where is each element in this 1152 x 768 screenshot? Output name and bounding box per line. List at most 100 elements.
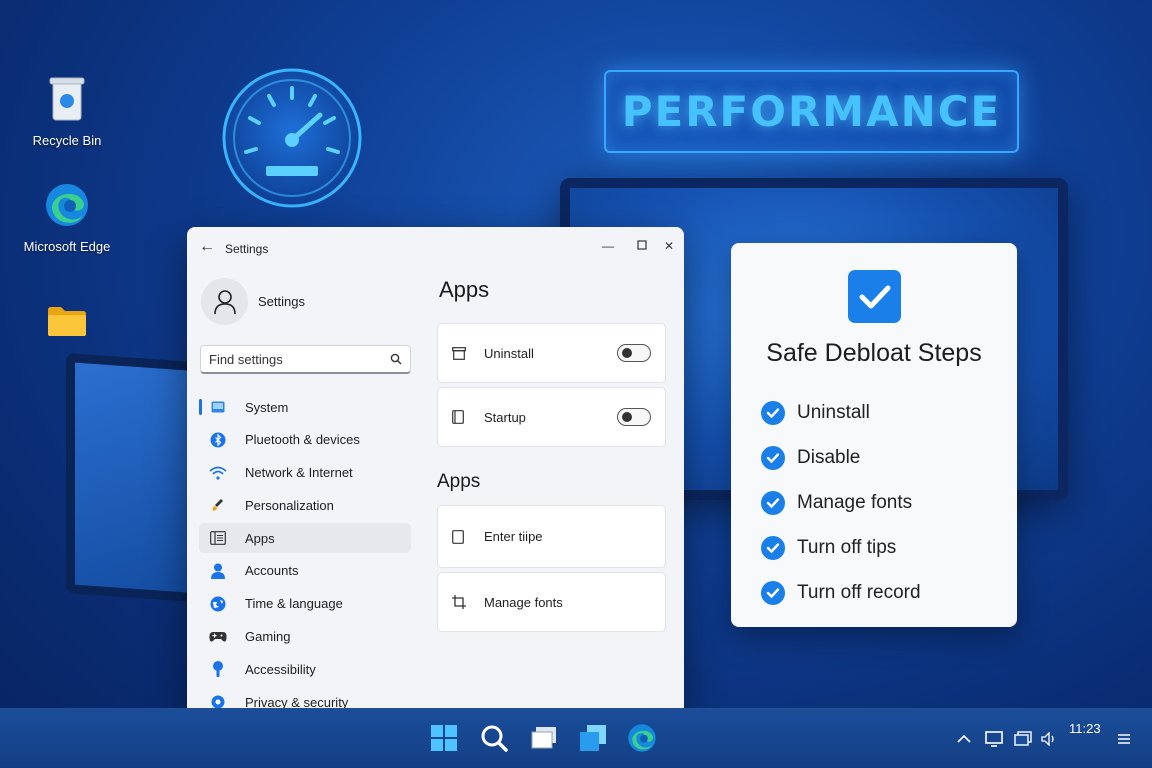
- close-button[interactable]: ✕: [659, 237, 679, 255]
- wifi-icon: [209, 464, 227, 482]
- nav-item-label: Time & language: [245, 596, 343, 612]
- selection-indicator: [199, 399, 202, 415]
- check-icon: [761, 581, 785, 606]
- checkbox-icon: [848, 270, 901, 323]
- page-icon: [452, 529, 468, 544]
- search-icon: [390, 353, 402, 365]
- nav-item-label: Network & Internet: [245, 465, 353, 481]
- apps-icon: [209, 529, 227, 547]
- check-icon: [761, 400, 785, 425]
- maximize-button[interactable]: [632, 237, 652, 255]
- gamepad-icon: [209, 628, 227, 646]
- minimize-button[interactable]: —: [598, 237, 618, 255]
- check-icon: [761, 536, 785, 561]
- nav-item-apps[interactable]: Apps: [199, 523, 411, 554]
- user-icon: [213, 289, 236, 314]
- startup-icon: [452, 410, 468, 424]
- avatar: [201, 278, 248, 325]
- network-icon[interactable]: [1013, 729, 1033, 749]
- recycle-bin-icon: [22, 74, 112, 126]
- startup-row[interactable]: Startup: [437, 387, 666, 447]
- widgets-button[interactable]: [576, 721, 610, 755]
- manage-fonts-row[interactable]: Manage fonts: [437, 572, 666, 632]
- steps-title: Safe Debloat Steps: [766, 339, 982, 367]
- step-label: Disable: [797, 446, 861, 468]
- task-view-button[interactable]: [527, 721, 561, 755]
- nav-item-label: Accounts: [245, 563, 299, 579]
- search-box[interactable]: [200, 345, 411, 374]
- title-bar: ← Settings — ✕: [187, 227, 684, 269]
- settings-content: Apps Uninstall Startup Apps Enter tiipe …: [437, 277, 667, 636]
- display-icon[interactable]: [984, 729, 1004, 749]
- desktop-icon-label: Microsoft Edge: [23, 239, 111, 254]
- nav-item-label: Gaming: [245, 629, 291, 645]
- taskbar-search-button[interactable]: [477, 721, 511, 755]
- taskbar: 11:23: [0, 708, 1152, 768]
- check-icon: [761, 490, 785, 515]
- start-icon: [431, 725, 457, 751]
- step-item: Uninstall: [761, 390, 921, 435]
- back-arrow-icon[interactable]: ←: [199, 238, 215, 256]
- desktop-icon-edge[interactable]: Microsoft Edge: [22, 182, 112, 255]
- speedometer-icon: [222, 68, 362, 208]
- search-input[interactable]: [209, 351, 390, 367]
- archive-icon: [452, 346, 468, 360]
- profile-name: Settings: [258, 294, 305, 309]
- nav-item-personalization[interactable]: Personalization: [199, 490, 411, 520]
- step-item: Turn off record: [761, 571, 921, 616]
- uninstall-row[interactable]: Uninstall: [437, 323, 666, 383]
- nav-item-accounts[interactable]: Accounts: [199, 556, 411, 586]
- performance-banner-text: PERFORMANCE: [621, 87, 1002, 136]
- crop-icon: [452, 595, 468, 609]
- nav-item-bluetooth[interactable]: Pluetooth & devices: [199, 425, 411, 455]
- notifications-icon[interactable]: [1114, 729, 1134, 749]
- taskbar-edge-button[interactable]: [625, 721, 659, 755]
- profile-section[interactable]: Settings: [201, 278, 305, 325]
- system-icon: [209, 398, 227, 416]
- volume-icon[interactable]: [1039, 729, 1059, 749]
- steps-list: Uninstall Disable Manage fonts Turn off …: [761, 390, 921, 616]
- step-label: Uninstall: [797, 401, 870, 423]
- step-label: Turn off tips: [797, 537, 897, 559]
- nav-item-accessibility[interactable]: Accessibility: [199, 654, 411, 684]
- check-icon: [761, 445, 785, 470]
- desktop-icon-recycle-bin[interactable]: Recycle Bin: [22, 74, 112, 149]
- row-label: Enter tiipe: [484, 529, 543, 544]
- settings-nav: System Pluetooth & devices Network & Int…: [199, 392, 411, 717]
- folder-icon: [22, 304, 112, 342]
- start-button[interactable]: [427, 721, 461, 755]
- bluetooth-icon: [209, 431, 227, 449]
- clock[interactable]: 11:23: [1069, 721, 1101, 736]
- nav-item-system[interactable]: System: [199, 392, 411, 422]
- nav-item-label: Apps: [245, 530, 275, 546]
- globe-icon: [209, 595, 227, 613]
- nav-item-gaming[interactable]: Gaming: [199, 622, 411, 652]
- chevron-up-icon[interactable]: [954, 729, 974, 749]
- row-label: Manage fonts: [484, 594, 563, 610]
- step-item: Turn off tips: [761, 526, 921, 571]
- widgets-icon: [580, 725, 606, 751]
- nav-item-network[interactable]: Network & Internet: [199, 458, 411, 488]
- search-icon: [481, 725, 508, 752]
- startup-toggle[interactable]: [617, 408, 651, 426]
- uninstall-toggle[interactable]: [617, 344, 651, 362]
- step-item: Manage fonts: [761, 480, 921, 525]
- page-title: Apps: [439, 277, 490, 302]
- account-icon: [209, 562, 227, 580]
- row-label: Startup: [484, 409, 526, 425]
- nav-item-time-language[interactable]: Time & language: [199, 589, 411, 619]
- row-label: Uninstall: [484, 345, 534, 361]
- debloat-steps-card: Safe Debloat Steps Uninstall Disable Man…: [731, 243, 1017, 627]
- nav-item-label: System: [245, 399, 289, 415]
- settings-window: ← Settings — ✕ Settings System: [187, 227, 684, 717]
- performance-banner: PERFORMANCE: [604, 70, 1019, 153]
- task-view-icon: [531, 727, 556, 749]
- nav-item-label: Pluetooth & devices: [245, 432, 360, 448]
- step-label: Manage fonts: [797, 491, 913, 513]
- edge-icon: [628, 724, 656, 752]
- enter-tiipe-row[interactable]: Enter tiipe: [437, 505, 666, 568]
- step-item: Disable: [761, 435, 921, 480]
- nav-item-label: Personalization: [245, 497, 334, 513]
- nav-item-label: Accessibility: [245, 661, 316, 677]
- desktop-icon-folder[interactable]: [22, 304, 112, 348]
